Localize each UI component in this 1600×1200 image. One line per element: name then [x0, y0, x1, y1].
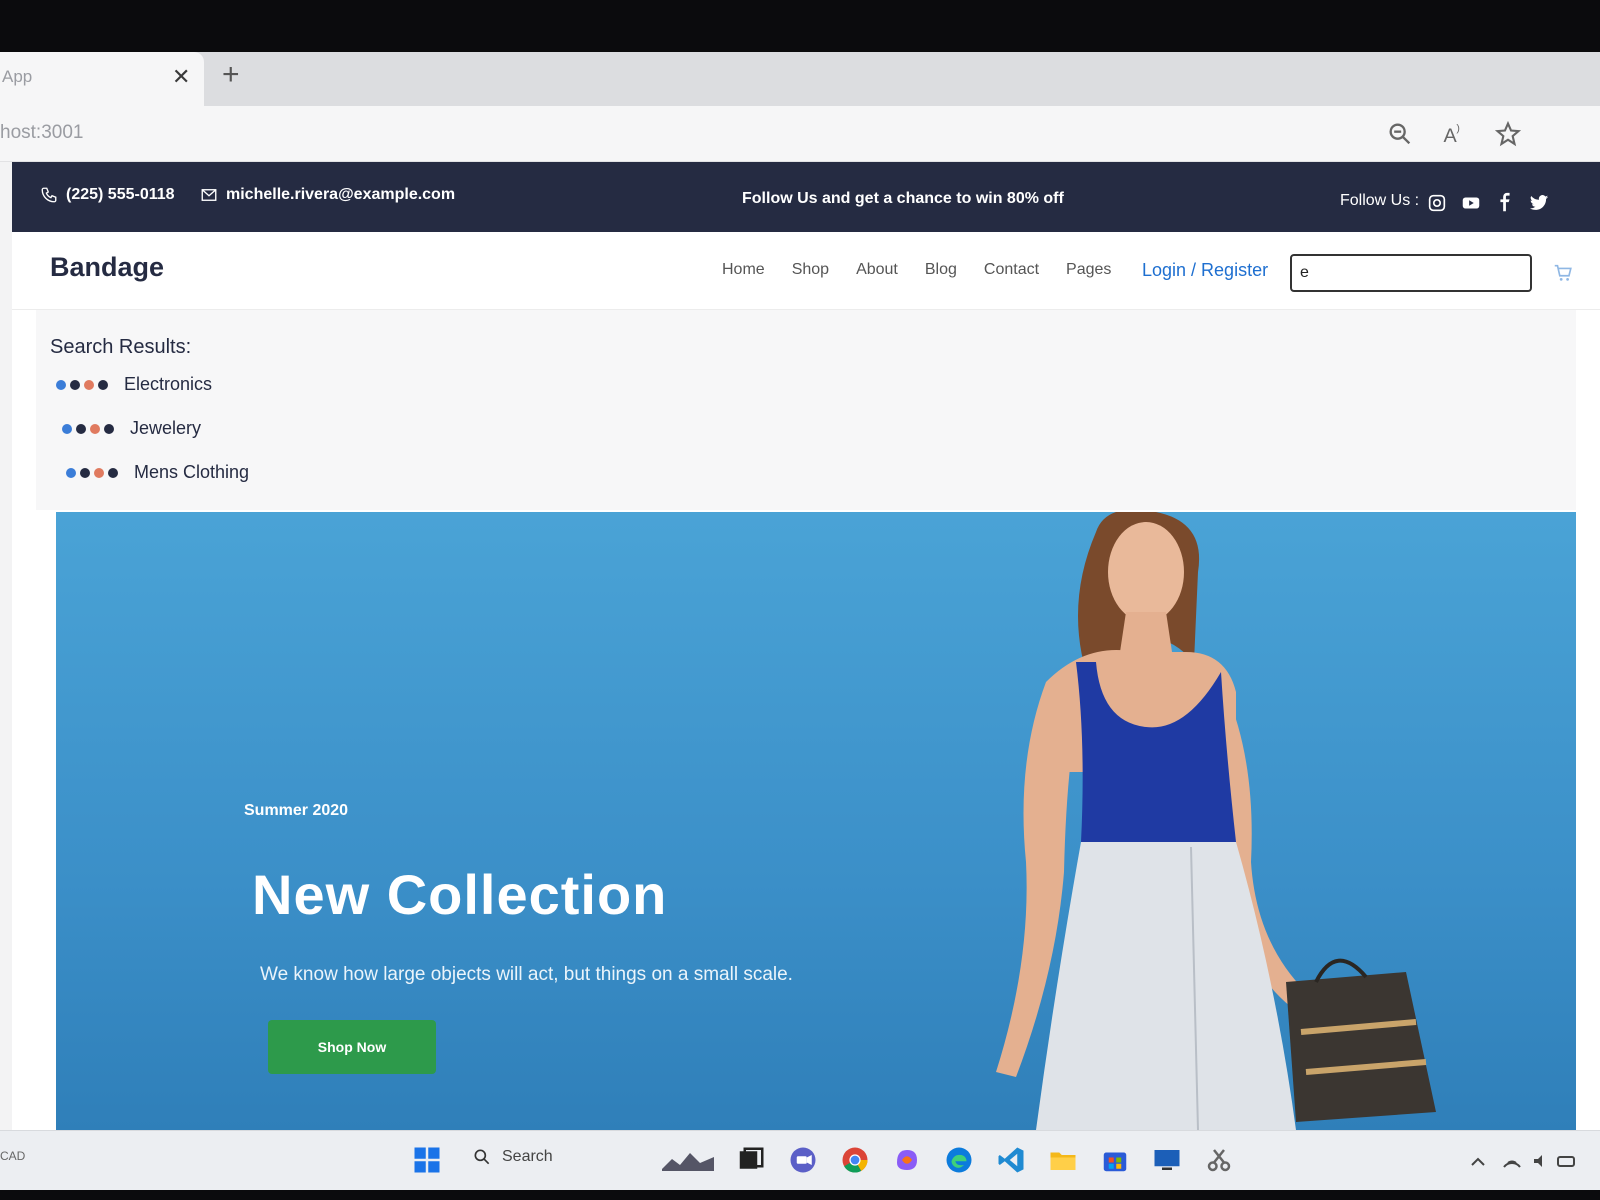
- hero-headline: New Collection: [252, 863, 668, 926]
- search-results-title: Search Results:: [50, 336, 192, 358]
- web-page: (225) 555-0118 michelle.rivera@example.c…: [12, 162, 1600, 1130]
- zoom-icon[interactable]: [1386, 120, 1414, 148]
- brand-logo[interactable]: Bandage: [50, 252, 164, 283]
- remote-desktop-icon[interactable]: [1152, 1145, 1182, 1175]
- taskbar-left-text: CAD: [0, 1149, 26, 1163]
- login-register-link[interactable]: Login / Register: [1142, 260, 1268, 281]
- nav-shop[interactable]: Shop: [792, 261, 829, 279]
- system-tray[interactable]: [1470, 1151, 1580, 1174]
- address-bar[interactable]: host:3001 A): [0, 106, 1600, 162]
- shop-now-button[interactable]: Shop Now: [268, 1020, 436, 1074]
- search-result-label: Jewelery: [130, 418, 202, 438]
- hero-model-image: [996, 512, 1436, 1130]
- instagram-icon[interactable]: [1426, 192, 1448, 214]
- nav-blog[interactable]: Blog: [925, 261, 957, 279]
- loading-dots-icon: [66, 467, 118, 478]
- copilot-icon[interactable]: [892, 1145, 922, 1175]
- search-icon: [474, 1149, 490, 1165]
- tab-title: App: [2, 67, 33, 86]
- search-result-item[interactable]: Jewelery: [62, 418, 201, 439]
- facebook-icon[interactable]: [1494, 192, 1516, 214]
- tab-close-icon[interactable]: ✕: [172, 64, 190, 90]
- taskbar-search-label: Search: [502, 1148, 553, 1165]
- teams-chat-icon[interactable]: [788, 1145, 818, 1175]
- nav-about[interactable]: About: [856, 261, 898, 279]
- hero-season: Summer 2020: [244, 802, 349, 819]
- file-explorer-icon[interactable]: [1048, 1145, 1078, 1175]
- snipping-tool-icon[interactable]: [1204, 1145, 1234, 1175]
- store-icon[interactable]: [1100, 1145, 1130, 1175]
- hero-description: We know how large objects will act, but …: [260, 964, 793, 985]
- follow-us: Follow Us :: [1340, 192, 1419, 210]
- nav-home[interactable]: Home: [722, 261, 765, 279]
- phone-number: (225) 555-0118: [66, 186, 175, 203]
- favorite-star-icon[interactable]: [1494, 120, 1522, 148]
- svg-text:): ): [1456, 123, 1460, 135]
- contact-email[interactable]: michelle.rivera@example.com: [200, 186, 455, 204]
- nav-pages[interactable]: Pages: [1066, 261, 1111, 279]
- widgets-icon[interactable]: [660, 1145, 716, 1175]
- follow-us-label: Follow Us :: [1340, 192, 1420, 209]
- vscode-icon[interactable]: [996, 1145, 1026, 1175]
- loading-dots-icon: [62, 423, 114, 434]
- nav-contact[interactable]: Contact: [984, 261, 1039, 279]
- search-result-item[interactable]: Mens Clothing: [66, 462, 249, 483]
- search-result-item[interactable]: Electronics: [56, 374, 212, 395]
- twitter-icon[interactable]: [1528, 192, 1550, 214]
- hero-banner: Summer 2020 New Collection We know how l…: [56, 512, 1576, 1130]
- tray-icons: [1471, 1155, 1575, 1168]
- taskbar-search[interactable]: Search: [472, 1147, 553, 1167]
- search-result-label: Mens Clothing: [134, 462, 250, 482]
- youtube-icon[interactable]: [1460, 192, 1482, 214]
- cart-icon[interactable]: [1552, 262, 1574, 284]
- browser-tab[interactable]: App ✕: [0, 52, 204, 106]
- promo-topbar: (225) 555-0118 michelle.rivera@example.c…: [12, 162, 1600, 232]
- main-navbar: Bandage Home Shop About Blog Contact Pag…: [12, 232, 1600, 310]
- phone-icon: [41, 187, 57, 203]
- screen: App ✕ + host:3001 A) (225) 555-0118 mich…: [0, 52, 1600, 1190]
- search-result-label: Electronics: [124, 374, 213, 394]
- search-input[interactable]: [1290, 254, 1532, 292]
- loading-dots-icon: [56, 379, 108, 390]
- url-text[interactable]: host:3001: [0, 122, 83, 144]
- browser-tabstrip: App ✕ +: [0, 52, 1600, 106]
- chrome-icon[interactable]: [840, 1145, 870, 1175]
- promo-text: Follow Us and get a chance to win 80% of…: [742, 190, 1064, 208]
- nav-links: Home Shop About Blog Contact Pages: [722, 261, 1111, 279]
- email-address: michelle.rivera@example.com: [226, 186, 456, 203]
- windows-start-icon[interactable]: [412, 1145, 442, 1175]
- promo-message: Follow Us and get a chance to win 80% of…: [742, 190, 1064, 207]
- read-aloud-icon[interactable]: A): [1440, 120, 1468, 148]
- contact-phone[interactable]: (225) 555-0118: [40, 186, 175, 204]
- mail-icon: [201, 189, 217, 201]
- task-view-icon[interactable]: [736, 1145, 766, 1175]
- search-results-panel: Search Results: Electronics Jewelery Men…: [36, 310, 1576, 510]
- new-tab-button[interactable]: +: [222, 58, 240, 92]
- edge-icon[interactable]: [944, 1145, 974, 1175]
- os-taskbar: CAD Search: [0, 1130, 1600, 1190]
